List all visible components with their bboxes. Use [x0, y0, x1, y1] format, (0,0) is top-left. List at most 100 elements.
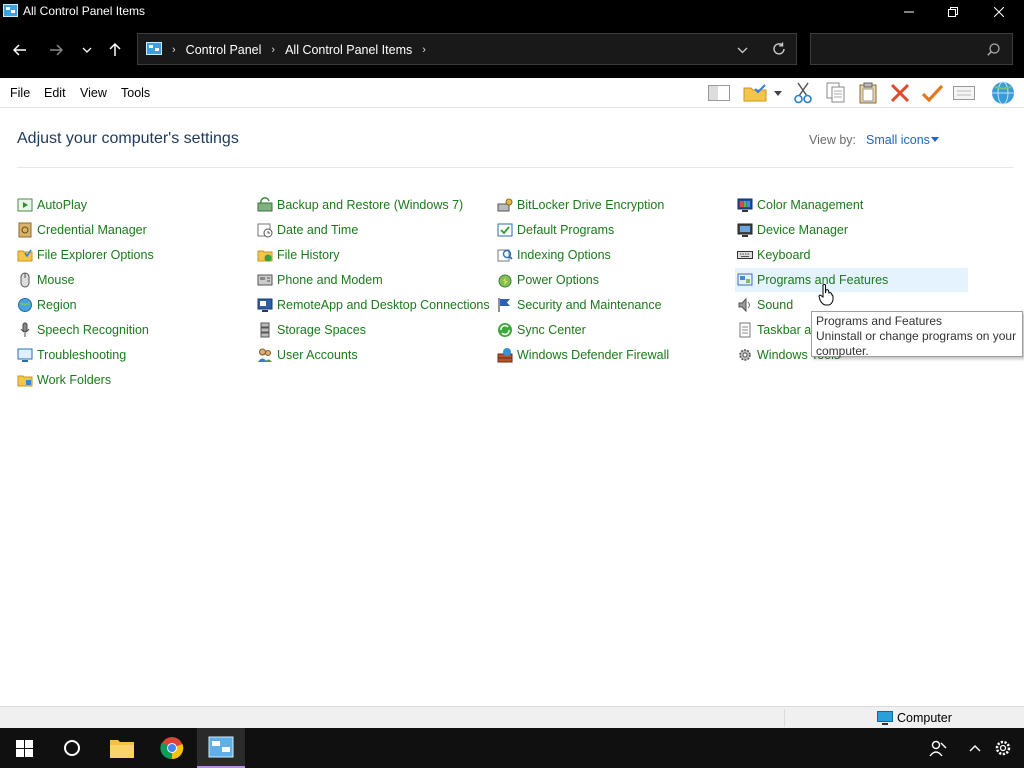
- firewall-icon: [497, 347, 513, 363]
- item-device-manager[interactable]: Device Manager: [737, 218, 848, 242]
- item-power-options[interactable]: Power Options: [497, 268, 599, 292]
- computer-icon: [877, 711, 893, 725]
- item-defender-firewall[interactable]: Windows Defender Firewall: [497, 343, 669, 367]
- copy-icon[interactable]: [823, 81, 849, 105]
- divider: [17, 167, 1013, 168]
- rename-icon[interactable]: [951, 81, 977, 105]
- item-troubleshooting[interactable]: Troubleshooting: [17, 343, 126, 367]
- window-title: All Control Panel Items: [23, 4, 146, 18]
- control-panel-icon: [3, 4, 18, 17]
- work-folders-icon: [17, 372, 33, 388]
- breadcrumb-chevron-icon[interactable]: ›: [422, 44, 426, 56]
- breadcrumb-chevron-icon[interactable]: ›: [271, 44, 275, 56]
- item-region[interactable]: Region: [17, 293, 77, 317]
- status-bar: Computer: [0, 706, 1024, 728]
- indexing-icon: [497, 247, 513, 263]
- tools-gear-icon: [737, 347, 753, 363]
- item-backup-restore[interactable]: Backup and Restore (Windows 7): [257, 193, 463, 217]
- phone-modem-icon: [257, 272, 273, 288]
- breadcrumb-control-panel[interactable]: Control Panel: [186, 43, 262, 57]
- up-button[interactable]: [104, 39, 126, 61]
- delete-icon[interactable]: [887, 81, 913, 105]
- menu-tools[interactable]: Tools: [121, 86, 150, 100]
- credential-vault-icon: [17, 222, 33, 238]
- item-security-maintenance[interactable]: Security and Maintenance: [497, 293, 662, 317]
- storage-spaces-icon: [257, 322, 273, 338]
- properties-check-icon[interactable]: [919, 81, 945, 105]
- bitlocker-key-icon: [497, 197, 513, 213]
- search-icon: [987, 43, 1000, 59]
- view-by-dropdown[interactable]: Small icons: [866, 133, 930, 147]
- file-explorer-taskbar-button[interactable]: [98, 728, 146, 768]
- color-monitor-icon: [737, 197, 753, 213]
- chrome-taskbar-button[interactable]: [148, 728, 196, 768]
- cut-icon[interactable]: [790, 81, 816, 105]
- search-box[interactable]: [810, 33, 1013, 65]
- tooltip: Programs and Features Uninstall or chang…: [811, 311, 1023, 358]
- item-sync-center[interactable]: Sync Center: [497, 318, 586, 342]
- cortana-icon: [64, 740, 80, 756]
- refresh-icon[interactable]: [772, 42, 786, 59]
- title-bar: All Control Panel Items: [0, 0, 1024, 23]
- programs-features-icon: [737, 272, 753, 288]
- item-color-management[interactable]: Color Management: [737, 193, 863, 217]
- device-manager-icon: [737, 222, 753, 238]
- item-taskbar[interactable]: Taskbar ar: [737, 318, 815, 342]
- users-icon: [257, 347, 273, 363]
- item-default-programs[interactable]: Default Programs: [497, 218, 614, 242]
- maximize-button[interactable]: [930, 0, 976, 23]
- paste-icon[interactable]: [855, 81, 881, 105]
- tooltip-description: Uninstall or change programs on your com…: [816, 329, 1017, 358]
- item-file-history[interactable]: File History: [257, 243, 340, 267]
- item-remoteapp[interactable]: RemoteApp and Desktop Connections: [257, 293, 490, 317]
- item-mouse[interactable]: Mouse: [17, 268, 75, 292]
- breadcrumb-all-items[interactable]: All Control Panel Items: [285, 43, 412, 57]
- gear-icon: [995, 740, 1011, 756]
- item-indexing-options[interactable]: Indexing Options: [497, 243, 611, 267]
- status-divider: [784, 709, 785, 727]
- item-autoplay[interactable]: AutoPlay: [17, 193, 87, 217]
- menu-file[interactable]: File: [10, 86, 30, 100]
- address-dropdown-icon[interactable]: [737, 43, 748, 57]
- remote-desktop-icon: [257, 297, 273, 313]
- folder-options-icon[interactable]: [742, 81, 768, 105]
- view-by-label: View by:: [809, 133, 857, 147]
- item-speech-recognition[interactable]: Speech Recognition: [17, 318, 149, 342]
- status-location: Computer: [877, 711, 952, 725]
- item-date-time[interactable]: Date and Time: [257, 218, 358, 242]
- item-storage-spaces[interactable]: Storage Spaces: [257, 318, 366, 342]
- chevron-down-icon[interactable]: [931, 137, 939, 142]
- minimize-button[interactable]: [886, 0, 932, 23]
- item-credential-manager[interactable]: Credential Manager: [17, 218, 147, 242]
- start-button[interactable]: [0, 728, 48, 768]
- back-button[interactable]: [9, 39, 31, 61]
- preview-pane-icon[interactable]: [706, 81, 732, 105]
- item-phone-modem[interactable]: Phone and Modem: [257, 268, 383, 292]
- recent-locations-button[interactable]: [76, 39, 98, 61]
- item-user-accounts[interactable]: User Accounts: [257, 343, 358, 367]
- autoplay-icon: [17, 197, 33, 213]
- menu-edit[interactable]: Edit: [44, 86, 66, 100]
- item-keyboard[interactable]: Keyboard: [737, 243, 811, 267]
- sync-icon: [497, 322, 513, 338]
- mouse-icon: [17, 272, 33, 288]
- item-file-explorer-options[interactable]: File Explorer Options: [17, 243, 154, 267]
- control-panel-taskbar-button[interactable]: [197, 728, 245, 768]
- search-circle-button[interactable]: [48, 728, 96, 768]
- people-button[interactable]: [916, 728, 960, 768]
- item-bitlocker[interactable]: BitLocker Drive Encryption: [497, 193, 664, 217]
- settings-button[interactable]: [988, 728, 1018, 768]
- close-button[interactable]: [976, 0, 1022, 23]
- windows-logo-icon: [15, 739, 33, 757]
- item-sound[interactable]: Sound: [737, 293, 793, 317]
- hidden-icons-button[interactable]: [960, 728, 990, 768]
- menu-view[interactable]: View: [80, 86, 107, 100]
- address-box[interactable]: › Control Panel › All Control Panel Item…: [137, 33, 797, 65]
- folder-options-dropdown-icon[interactable]: [768, 81, 788, 105]
- web-globe-icon[interactable]: [990, 81, 1016, 105]
- people-icon: [929, 740, 947, 757]
- item-work-folders[interactable]: Work Folders: [17, 368, 111, 392]
- item-programs-features[interactable]: Programs and Features: [735, 268, 968, 292]
- forward-button[interactable]: [45, 39, 67, 61]
- chevron-up-icon: [969, 745, 981, 752]
